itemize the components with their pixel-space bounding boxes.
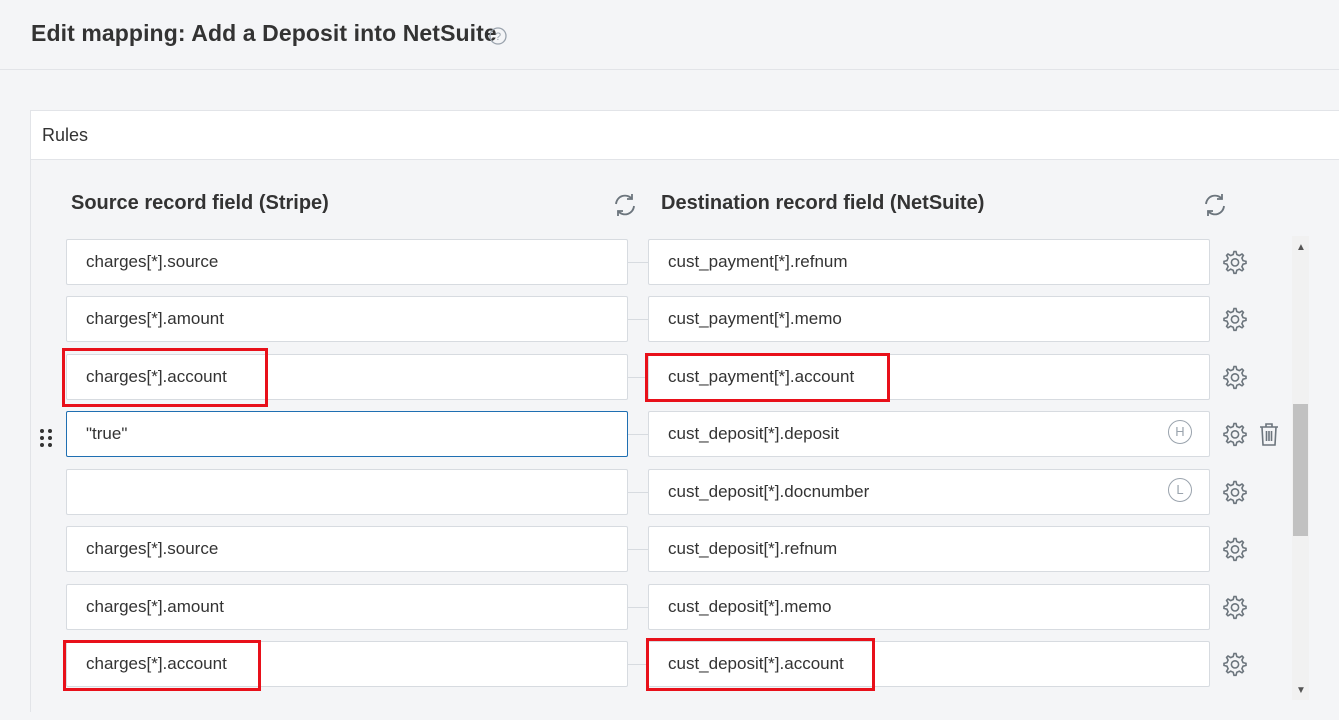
mapping-row: charges[*].amount cust_deposit[*].memo [30,584,1290,632]
lookup-badge: L [1168,478,1192,502]
destination-field-input[interactable]: cust_payment[*].memo [648,296,1210,342]
destination-field-input[interactable]: cust_deposit[*].account [648,641,1210,687]
source-field-input[interactable]: charges[*].account [66,354,628,400]
settings-gear-icon[interactable] [1221,248,1249,276]
destination-refresh-icon[interactable] [1201,191,1229,219]
destination-column-header: Destination record field (NetSuite) [661,192,985,214]
row-connector [628,664,648,665]
settings-gear-icon[interactable] [1221,478,1249,506]
page-header: Edit mapping: Add a Deposit into NetSuit… [0,0,1339,70]
destination-field-input[interactable]: cust_deposit[*].refnum [648,526,1210,572]
settings-gear-icon[interactable] [1221,363,1249,391]
destination-field-input[interactable]: cust_deposit[*].docnumber [648,469,1210,515]
mapping-row: charges[*].account cust_deposit[*].accoun… [30,641,1290,689]
row-connector [628,434,648,435]
rules-panel-header: Rules [31,111,1339,160]
row-connector [628,377,648,378]
scroll-down-arrow-icon[interactable]: ▼ [1295,685,1307,697]
row-connector [628,549,648,550]
destination-field-input[interactable]: cust_deposit[*].deposit [648,411,1210,457]
mapping-row: charges[*].source cust_payment[*].refnum [30,239,1290,287]
scrollbar-thumb[interactable] [1293,404,1308,536]
mapping-row: charges[*].source cust_deposit[*].refnum [30,526,1290,574]
settings-gear-icon[interactable] [1221,420,1249,448]
settings-gear-icon[interactable] [1221,305,1249,333]
source-field-input[interactable]: charges[*].amount [66,584,628,630]
destination-field-input[interactable]: cust_payment[*].refnum [648,239,1210,285]
mapping-row: "true" cust_deposit[*].deposit H [30,411,1290,459]
source-field-input[interactable]: "true" [66,411,628,457]
settings-gear-icon[interactable] [1221,535,1249,563]
row-connector [628,262,648,263]
mapping-row: charges[*].account cust_payment[*].accoun… [30,354,1290,402]
source-field-input[interactable]: charges[*].source [66,526,628,572]
page-title: Edit mapping: Add a Deposit into NetSuit… [31,20,497,46]
mapping-row: charges[*].amount cust_payment[*].memo [30,296,1290,344]
question-circle-icon[interactable]: ? [489,27,507,45]
source-field-input[interactable]: charges[*].source [66,239,628,285]
destination-field-input[interactable]: cust_payment[*].account [648,354,1210,400]
settings-gear-icon[interactable] [1221,593,1249,621]
rules-panel-title: Rules [42,125,89,145]
source-field-input[interactable]: charges[*].amount [66,296,628,342]
settings-gear-icon[interactable] [1221,650,1249,678]
source-column-header: Source record field (Stripe) [71,192,329,214]
hardcoded-badge: H [1168,420,1192,444]
source-refresh-icon[interactable] [611,191,639,219]
drag-handle-icon[interactable] [38,427,54,449]
source-field-input[interactable]: charges[*].account [66,641,628,687]
row-connector [628,319,648,320]
scroll-up-arrow-icon[interactable]: ▲ [1295,242,1307,254]
svg-text:?: ? [495,31,501,43]
row-connector [628,607,648,608]
delete-trash-icon[interactable] [1256,420,1282,448]
destination-field-input[interactable]: cust_deposit[*].memo [648,584,1210,630]
source-field-input[interactable] [66,469,628,515]
row-connector [628,492,648,493]
mapping-row: cust_deposit[*].docnumber L [30,469,1290,517]
